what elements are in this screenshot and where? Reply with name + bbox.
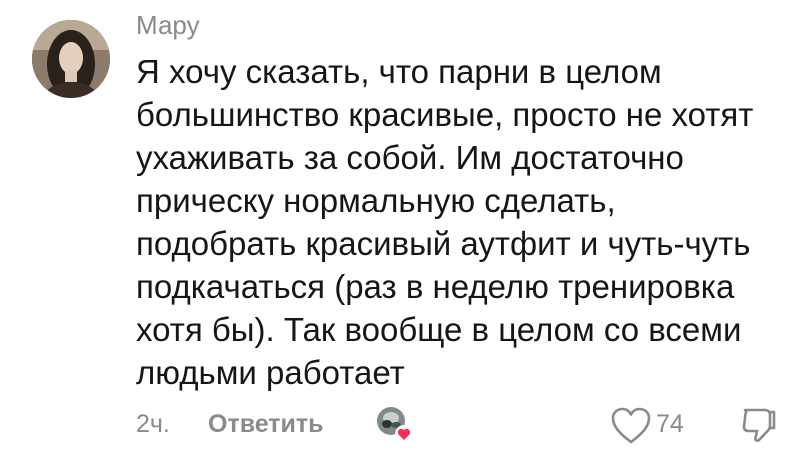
thumbs-down-icon[interactable] [740, 406, 778, 446]
comment-text-line: ухаживать за собой. Им достаточно [136, 139, 684, 176]
heart-outline-icon[interactable] [610, 406, 652, 446]
comment-text-line: большинство красивые, просто не хотят [136, 96, 754, 133]
comment-text-line: людьми работает [136, 354, 405, 391]
avatar-image [32, 20, 110, 98]
like-count: 74 [656, 410, 684, 438]
comment-author-name[interactable]: Мару [136, 6, 200, 44]
author-avatar[interactable] [32, 20, 110, 98]
comment-text-line: подкачаться (раз в неделю тренировка [136, 268, 735, 305]
comment-actions-bar: 2ч. Ответить 74 [136, 404, 796, 448]
comment-text-line: прическу нормальную сделать, [136, 182, 616, 219]
comment-text-line: подобрать красивый аутфит и чуть-чуть [136, 225, 751, 262]
liked-by-creator-avatar [377, 407, 413, 443]
comment-text-line: хотя бы). Так вообще в целом со всеми [136, 311, 742, 348]
reply-button[interactable]: Ответить [208, 410, 324, 439]
comment-text-line: Я хочу сказать, что парни в целом [136, 53, 662, 90]
heart-badge-icon [395, 425, 413, 443]
comment-body: Я хочу сказать, что парни в целом больши… [136, 50, 796, 394]
comment-timestamp: 2ч. [136, 410, 170, 438]
liked-by-author-badge [374, 404, 414, 444]
